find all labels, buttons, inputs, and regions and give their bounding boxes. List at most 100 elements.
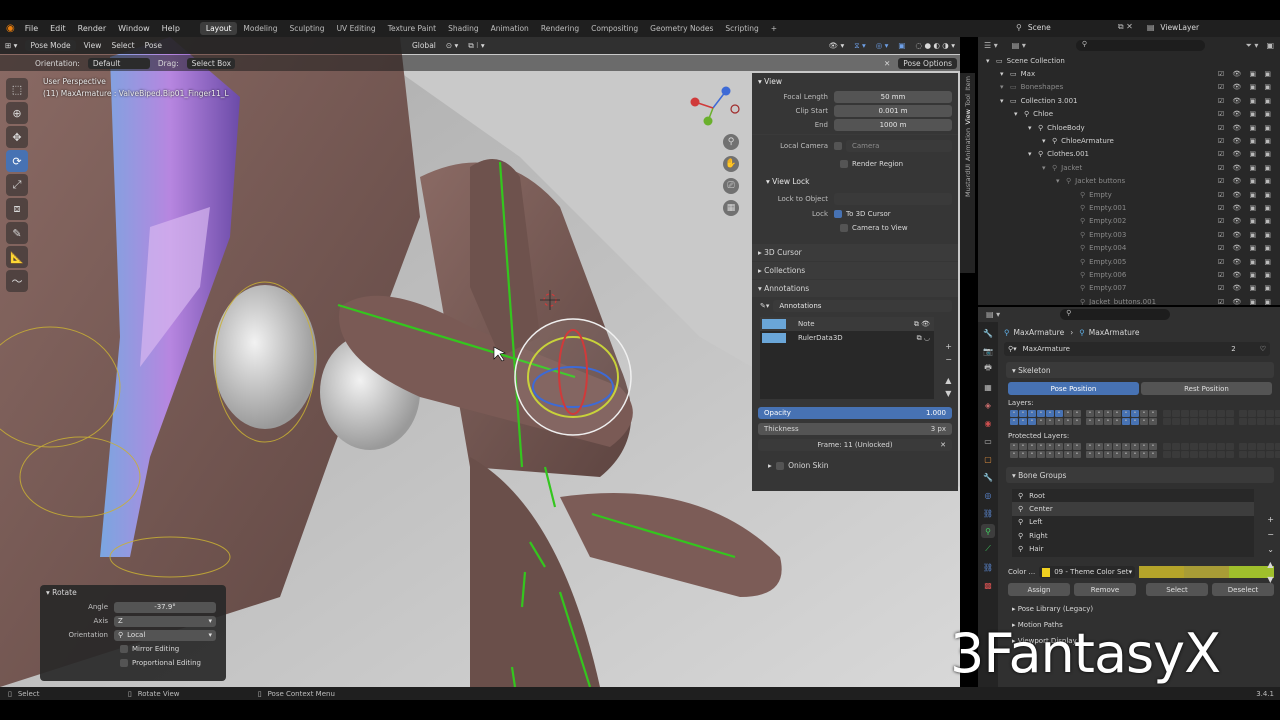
annotation-datablock-icon[interactable]: ✎▾	[760, 302, 769, 310]
gizmo-toggle-icon[interactable]: ⧖ ▾	[849, 40, 870, 52]
layer-cell[interactable]	[1163, 418, 1171, 425]
color-swatch[interactable]	[1184, 566, 1230, 578]
output-tab-icon[interactable]: 🖶	[981, 362, 995, 376]
tab-uv-editing[interactable]: UV Editing	[331, 22, 382, 35]
layer-cell[interactable]	[1190, 443, 1198, 450]
opacity-slider[interactable]: Opacity 1.000	[758, 407, 952, 419]
add-layer-icon[interactable]: +	[945, 342, 952, 351]
outliner-row[interactable]: ⚲ Jacket_buttons.001 ☑ 👁 ▣ ▣	[978, 295, 1280, 305]
layer-cell[interactable]	[1217, 410, 1225, 417]
angle-field[interactable]: -37.9°	[114, 601, 216, 613]
layer-cell[interactable]	[1163, 443, 1171, 450]
tab-compositing[interactable]: Compositing	[585, 22, 644, 35]
expand-arrow-icon[interactable]: ▾	[1042, 164, 1052, 172]
layer-cell[interactable]: •	[1086, 451, 1094, 458]
outliner-row[interactable]: ⚲ Empty.001 ☑ 👁 ▣ ▣	[978, 201, 1280, 214]
layer-cell[interactable]	[1181, 443, 1189, 450]
layer-cell[interactable]	[1217, 443, 1225, 450]
color-swatch[interactable]	[1139, 566, 1185, 578]
outliner-row[interactable]: ⚲ Empty.005 ☑ 👁 ▣ ▣	[978, 255, 1280, 268]
onion-skin-section[interactable]: ▸ Onion Skin	[752, 457, 958, 474]
layer-cell[interactable]: •	[1055, 418, 1063, 425]
layer-cell[interactable]: •	[1086, 418, 1094, 425]
outliner-search-input[interactable]: ⚲	[1075, 40, 1206, 51]
camera-view-icon[interactable]: ⎚	[723, 178, 739, 194]
add-bone-group-icon[interactable]: +	[1267, 515, 1274, 524]
color-set-dropdown[interactable]: 09 - Theme Color Set ▾	[1039, 566, 1136, 578]
close-icon[interactable]: ✕	[879, 58, 895, 69]
transform-orientation-dropdown[interactable]: Global	[407, 40, 441, 51]
collection-tab-icon[interactable]: ▭	[981, 434, 995, 448]
layer-cell[interactable]	[1226, 443, 1234, 450]
new-scene-icon[interactable]: ⧉ ✕	[1118, 22, 1133, 32]
expand-arrow-icon[interactable]: ▾	[1028, 124, 1038, 132]
outliner-row[interactable]: ▾ ⚲ Chloe ☑ 👁 ▣ ▣	[978, 108, 1280, 121]
layer-cell[interactable]: •	[1064, 451, 1072, 458]
layer-cell[interactable]	[1190, 410, 1198, 417]
layer-cell[interactable]: •	[1140, 443, 1148, 450]
armature-data-tab-icon[interactable]: ⚲	[981, 524, 995, 538]
layer-cell[interactable]	[1190, 418, 1198, 425]
layer-cell[interactable]	[1257, 443, 1265, 450]
outliner-row[interactable]: ⚲ Empty.006 ☑ 👁 ▣ ▣	[978, 268, 1280, 281]
navigation-gizmo[interactable]	[688, 81, 748, 133]
expand-arrow-icon[interactable]: ▾	[1056, 177, 1066, 185]
focal-length-field[interactable]: 50 mm	[834, 91, 952, 103]
layer-cell[interactable]: •	[1073, 410, 1081, 417]
render-tab-icon[interactable]: 📷	[981, 344, 995, 358]
layer-cell[interactable]: •	[1122, 443, 1130, 450]
onion-icon[interactable]: ⧉ ◡	[917, 334, 930, 343]
visibility-toggles-icon[interactable]: ☑ 👁 ▣ ▣	[1218, 204, 1274, 212]
constraints-tab-icon[interactable]: ⛓	[981, 506, 995, 520]
editor-type-icon[interactable]: ⊞ ▾	[0, 40, 22, 51]
bone-tab-icon[interactable]: ⟋	[981, 542, 995, 556]
shading-modes-icon[interactable]: ◌ ● ◐ ◑ ▾	[911, 40, 960, 51]
layer-cell[interactable]: •	[1028, 451, 1036, 458]
layer-cell[interactable]	[1163, 451, 1171, 458]
layer-cell[interactable]	[1226, 410, 1234, 417]
modifier-tab-icon[interactable]: 🔧	[981, 470, 995, 484]
eye-icon[interactable]: ⧉ 👁	[914, 320, 930, 329]
select-box-tool-icon[interactable]: ⬚	[6, 78, 28, 100]
layer-cell[interactable]: •	[1019, 443, 1027, 450]
menu-window[interactable]: Window	[112, 24, 156, 33]
grid-perspective-icon[interactable]: ▦	[723, 200, 739, 216]
visibility-toggles-icon[interactable]: ☑ 👁 ▣ ▣	[1218, 191, 1274, 199]
world-tab-icon[interactable]: ◉	[981, 416, 995, 430]
list-item[interactable]: ⚲ Left	[1012, 516, 1254, 529]
move-up-icon[interactable]: ▲	[945, 376, 952, 385]
rest-position-button[interactable]: Rest Position	[1141, 382, 1272, 395]
outliner-editor-icon[interactable]: ☰ ▾	[984, 41, 998, 50]
outliner-display-mode-icon[interactable]: ▤ ▾	[1012, 41, 1026, 50]
layer-cell[interactable]: •	[1019, 410, 1027, 417]
list-item[interactable]: ⚲ Hair	[1012, 543, 1254, 556]
local-camera-checkbox[interactable]	[834, 142, 842, 150]
tab-item[interactable]: Item	[964, 76, 972, 91]
pose-position-button[interactable]: Pose Position	[1008, 382, 1139, 395]
list-item[interactable]: ⚲ Center	[1012, 502, 1254, 516]
armature-data-dropdown-icon[interactable]: ⚲▾	[1008, 345, 1017, 353]
layer-cell[interactable]	[1239, 451, 1247, 458]
outliner-row[interactable]: ⚲ Empty.002 ☑ 👁 ▣ ▣	[978, 215, 1280, 228]
layer-cell[interactable]	[1208, 418, 1216, 425]
tool-tab-icon[interactable]: 🔧	[981, 326, 995, 340]
axis-dropdown[interactable]: Z ▾	[114, 615, 216, 627]
move-tool-icon[interactable]: ✥	[6, 126, 28, 148]
layer-cell[interactable]: •	[1140, 410, 1148, 417]
layer-cell[interactable]	[1248, 410, 1256, 417]
layer-cell[interactable]: •	[1095, 410, 1103, 417]
layer-cell[interactable]: •	[1113, 410, 1121, 417]
fake-user-icon[interactable]: ♡	[1260, 345, 1266, 353]
pan-hand-icon[interactable]: ✋	[723, 156, 739, 172]
visibility-toggles-icon[interactable]: ☑ 👁 ▣ ▣	[1218, 244, 1274, 252]
layer-cell[interactable]: •	[1104, 443, 1112, 450]
layer-cell[interactable]	[1208, 451, 1216, 458]
layer-cell[interactable]: •	[1010, 418, 1018, 425]
tab-mustardui[interactable]: MustardUI	[964, 164, 972, 197]
layer-cell[interactable]	[1266, 410, 1274, 417]
rotate-panel-header[interactable]: ▾ Rotate	[40, 585, 226, 600]
layer-cell[interactable]	[1172, 410, 1180, 417]
layer-cell[interactable]: •	[1064, 418, 1072, 425]
pose-options-dropdown[interactable]: Pose Options	[898, 57, 957, 69]
outliner-row[interactable]: ▾ ▭ Max ☑ 👁 ▣ ▣	[978, 67, 1280, 80]
